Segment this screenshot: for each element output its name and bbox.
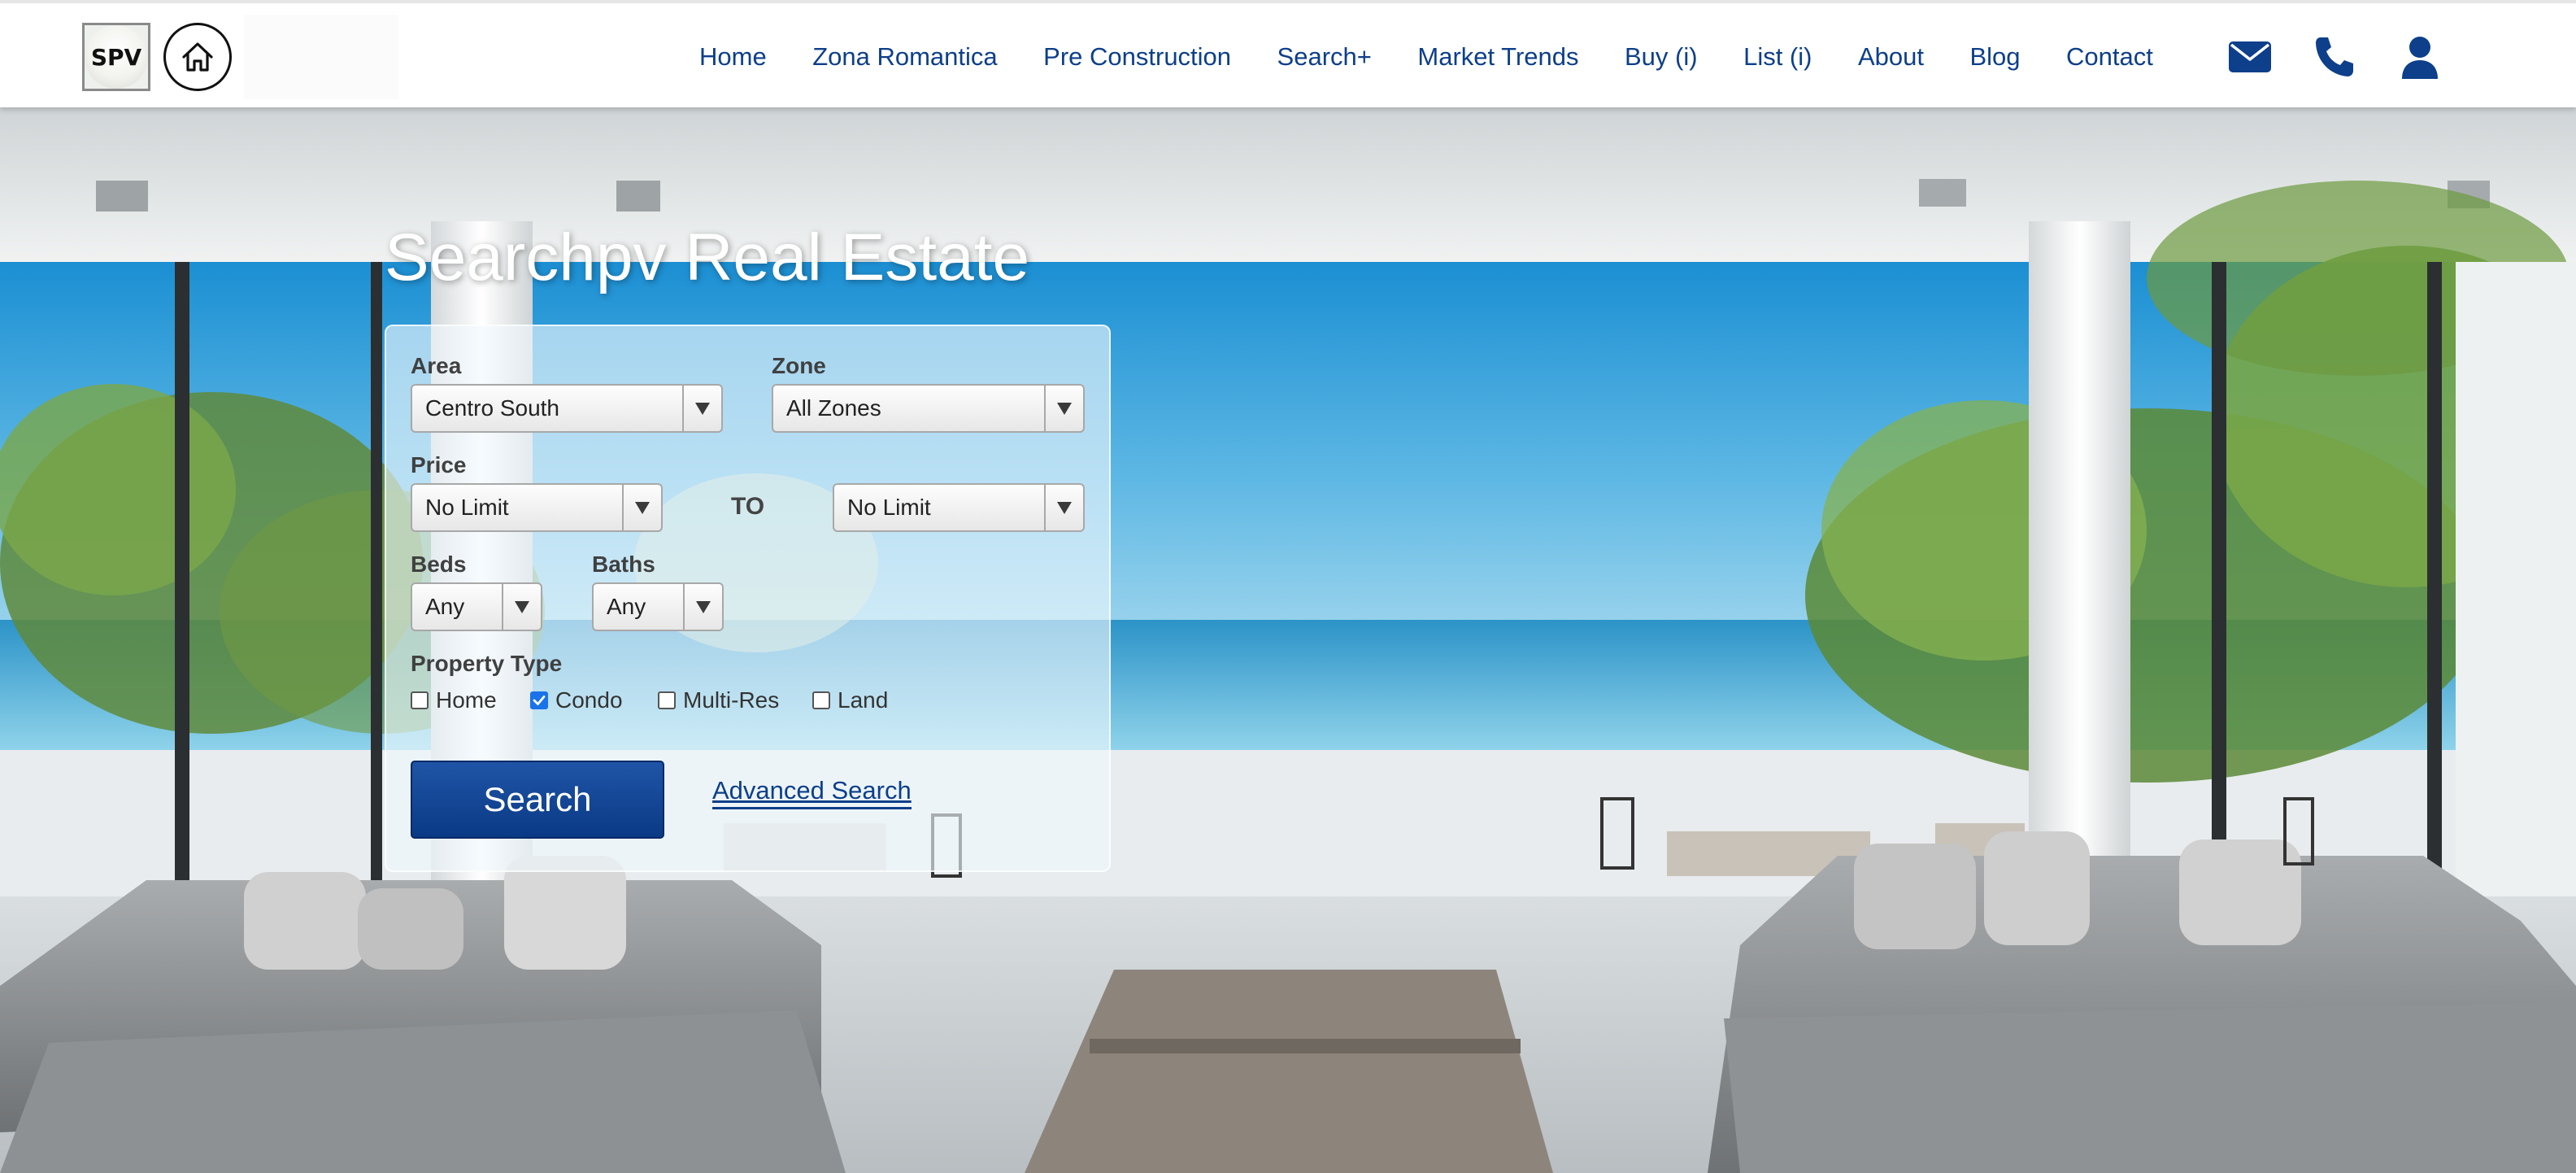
type-land-checkbox[interactable]: Land	[812, 687, 888, 713]
baths-label: Baths	[592, 552, 655, 577]
price-to-label: TO	[731, 493, 765, 520]
phone-icon[interactable]	[2314, 36, 2355, 78]
chevron-down-icon	[502, 584, 541, 630]
main-nav: Home Zona Romantica Pre Construction Sea…	[699, 3, 2199, 111]
header-logo-space	[244, 15, 398, 99]
nav-about[interactable]: About	[1858, 42, 1924, 72]
checkbox-box[interactable]	[411, 691, 429, 709]
baths-select[interactable]: Any	[592, 582, 724, 631]
hero-title: Searchpv Real Estate	[385, 220, 1030, 294]
beds-select[interactable]: Any	[411, 582, 542, 631]
zone-select-value: All Zones	[786, 395, 881, 421]
user-icon[interactable]	[2401, 36, 2439, 80]
chevron-down-icon	[682, 386, 721, 431]
type-condo-label: Condo	[555, 687, 623, 713]
area-label: Area	[411, 353, 462, 378]
advanced-search-link[interactable]: Advanced Search	[712, 776, 912, 809]
checkbox-box[interactable]	[812, 691, 830, 709]
beds-label: Beds	[411, 552, 467, 577]
type-land-label: Land	[838, 687, 889, 713]
home-icon-graphic	[182, 42, 213, 72]
site-header: SPV Home Zona Romantica Pre Construction…	[0, 0, 2576, 107]
spv-logo-text: SPV	[90, 43, 142, 71]
spv-logo-disc: SPV	[85, 25, 148, 89]
type-home-checkbox[interactable]: Home	[411, 687, 497, 713]
chevron-down-icon	[1044, 485, 1083, 530]
nav-zona-romantica[interactable]: Zona Romantica	[812, 42, 997, 72]
price-min-select[interactable]: No Limit	[411, 483, 663, 532]
chevron-down-icon	[1044, 386, 1083, 431]
area-select-value: Centro South	[425, 395, 559, 421]
checkbox-box[interactable]	[658, 691, 676, 709]
price-min-value: No Limit	[425, 495, 509, 520]
nav-blog[interactable]: Blog	[1969, 42, 2020, 72]
nav-pre-construction[interactable]: Pre Construction	[1043, 42, 1231, 72]
check-icon	[533, 696, 546, 705]
nav-market-trends[interactable]: Market Trends	[1417, 42, 1578, 72]
chevron-down-icon	[683, 584, 722, 630]
search-panel: Area Centro South Zone All Zones Price N…	[385, 325, 1111, 872]
nav-list[interactable]: List (i)	[1743, 42, 1812, 72]
price-max-value: No Limit	[847, 495, 931, 520]
price-max-select[interactable]: No Limit	[833, 483, 1085, 532]
nav-buy[interactable]: Buy (i)	[1625, 42, 1698, 72]
nav-search-plus[interactable]: Search+	[1277, 42, 1372, 72]
price-label: Price	[411, 452, 467, 477]
nav-home[interactable]: Home	[699, 42, 767, 72]
type-condo-checkbox[interactable]: Condo	[530, 687, 623, 713]
spv-logo[interactable]: SPV	[82, 23, 150, 91]
baths-select-value: Any	[607, 594, 646, 619]
email-icon[interactable]	[2229, 41, 2271, 72]
nav-contact[interactable]: Contact	[2066, 42, 2153, 72]
zone-label: Zone	[772, 353, 826, 378]
search-button[interactable]: Search	[411, 761, 664, 839]
type-multi-res-label: Multi-Res	[683, 687, 780, 713]
home-icon[interactable]	[163, 23, 232, 91]
zone-select[interactable]: All Zones	[772, 384, 1085, 433]
property-type-label: Property Type	[411, 651, 563, 676]
type-home-label: Home	[436, 687, 497, 713]
beds-select-value: Any	[425, 594, 465, 619]
chevron-down-icon	[622, 485, 661, 530]
type-multi-res-checkbox[interactable]: Multi-Res	[658, 687, 779, 713]
checkbox-box-checked[interactable]	[530, 691, 548, 709]
area-select[interactable]: Centro South	[411, 384, 723, 433]
